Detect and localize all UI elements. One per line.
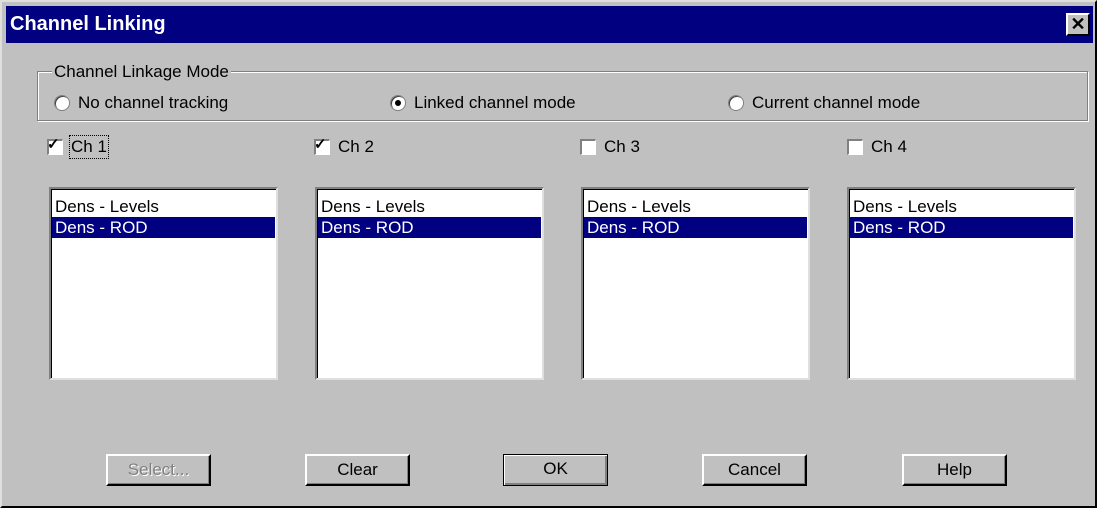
listbox-ch3[interactable]: Dens - Levels Dens - ROD bbox=[581, 187, 810, 380]
close-icon: ✕ bbox=[1070, 14, 1086, 34]
listbox-ch4[interactable]: Dens - Levels Dens - ROD bbox=[847, 187, 1076, 380]
radio-button-icon[interactable] bbox=[728, 95, 744, 111]
checkbox-label: Ch 2 bbox=[338, 137, 374, 156]
clear-button[interactable]: Clear bbox=[305, 454, 410, 486]
radio-button-icon[interactable] bbox=[390, 95, 406, 111]
window-title: Channel Linking bbox=[10, 13, 166, 35]
list-item[interactable]: Dens - Levels bbox=[850, 196, 1073, 217]
help-button[interactable]: Help bbox=[902, 454, 1007, 486]
list-item-selected[interactable]: Dens - ROD bbox=[52, 217, 275, 238]
list-item[interactable]: Dens - Levels bbox=[318, 196, 541, 217]
checkbox-ch3[interactable]: Ch 3 bbox=[580, 136, 640, 158]
checkbox-icon[interactable]: ✓ bbox=[47, 136, 63, 155]
radio-current-channel-mode[interactable]: Current channel mode bbox=[728, 92, 920, 114]
checkbox-ch2[interactable]: ✓ Ch 2 bbox=[314, 136, 374, 158]
list-item[interactable]: Dens - Levels bbox=[52, 196, 275, 217]
radio-label: Current channel mode bbox=[752, 93, 921, 112]
select-button[interactable]: Select... bbox=[106, 454, 211, 486]
close-button[interactable]: ✕ bbox=[1066, 13, 1090, 36]
list-item[interactable]: Dens - Levels bbox=[584, 196, 807, 217]
checkbox-ch4[interactable]: Ch 4 bbox=[847, 136, 907, 158]
checkbox-label: Ch 1 bbox=[69, 135, 109, 159]
listbox-ch2[interactable]: Dens - Levels Dens - ROD bbox=[315, 187, 544, 380]
checkbox-icon[interactable]: ✓ bbox=[314, 136, 330, 155]
cancel-button[interactable]: Cancel bbox=[702, 454, 807, 486]
checkbox-icon[interactable] bbox=[847, 139, 863, 155]
checkbox-ch1[interactable]: ✓ Ch 1 bbox=[47, 135, 109, 159]
radio-label: No channel tracking bbox=[78, 93, 229, 112]
radio-button-icon[interactable] bbox=[54, 95, 70, 111]
radio-linked-channel-mode[interactable]: Linked channel mode bbox=[390, 92, 576, 114]
checkbox-label: Ch 4 bbox=[871, 137, 907, 156]
list-item-selected[interactable]: Dens - ROD bbox=[318, 217, 541, 238]
linkage-mode-label: Channel Linkage Mode bbox=[52, 62, 231, 82]
ok-button[interactable]: OK bbox=[503, 454, 608, 486]
radio-selected-dot bbox=[395, 100, 401, 106]
list-item-selected[interactable]: Dens - ROD bbox=[850, 217, 1073, 238]
checkmark-icon: ✓ bbox=[314, 136, 327, 153]
radio-label: Linked channel mode bbox=[414, 93, 576, 112]
title-bar[interactable]: Channel Linking ✕ bbox=[6, 6, 1093, 43]
radio-no-channel-tracking[interactable]: No channel tracking bbox=[54, 92, 228, 114]
listbox-ch1[interactable]: Dens - Levels Dens - ROD bbox=[49, 187, 278, 380]
channel-linking-dialog: Channel Linking ✕ Channel Linkage Mode N… bbox=[0, 0, 1097, 508]
list-item-selected[interactable]: Dens - ROD bbox=[584, 217, 807, 238]
checkbox-icon[interactable] bbox=[580, 139, 596, 155]
checkmark-icon: ✓ bbox=[47, 136, 60, 153]
checkbox-label: Ch 3 bbox=[604, 137, 640, 156]
